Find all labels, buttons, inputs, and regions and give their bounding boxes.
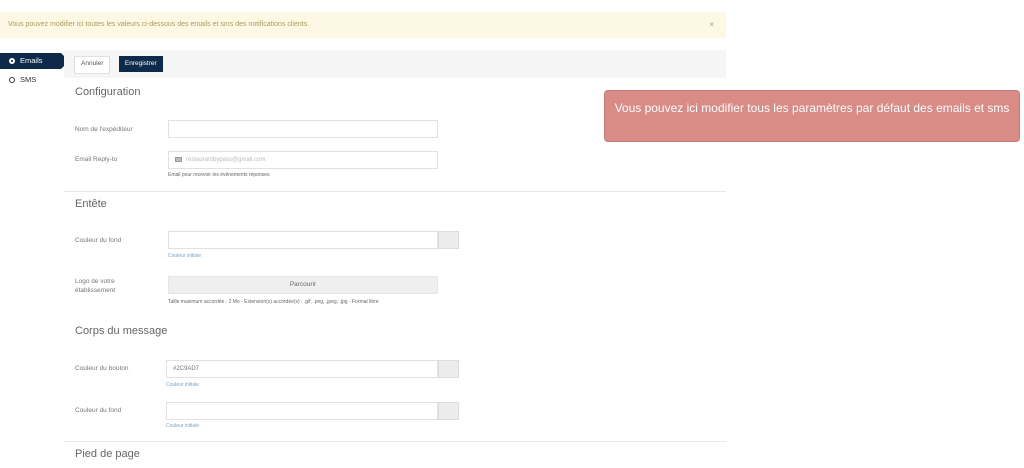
section-title-body: Corps du message: [75, 325, 168, 337]
toolbar: Annuler Enregistrer: [74, 56, 167, 74]
button-color-label: Couleur du bouton: [75, 365, 129, 372]
cancel-button[interactable]: Annuler: [74, 56, 111, 74]
notice-text: Vous pouvez modifier ici toutes les vale…: [8, 21, 310, 28]
radio-checked-icon: [9, 58, 15, 65]
logo-help: Taille maximum accordée : 2 Mo - Extensi…: [168, 299, 379, 305]
reply-to-label: Email Reply-to: [75, 156, 118, 163]
sidebar-item-label: SMS: [20, 75, 37, 84]
sender-name-input[interactable]: [168, 120, 438, 138]
info-notice: Vous pouvez modifier ici toutes les vale…: [0, 12, 726, 38]
envelope-icon: [175, 156, 182, 162]
reply-to-placeholder: restaurantbypass@gmail.com: [186, 157, 266, 163]
body-bg-color-input[interactable]: [166, 402, 438, 420]
sidebar-item-sms[interactable]: SMS: [0, 72, 70, 88]
button-initial-color-link[interactable]: Couleur initiale: [166, 382, 199, 388]
header-bg-color-input[interactable]: [168, 231, 438, 249]
message-body-panel: Corps du message Couleur du bouton #2C9A…: [64, 321, 726, 468]
sidebar-item-emails[interactable]: Emails: [0, 53, 69, 69]
browse-button[interactable]: Parcourir: [168, 276, 438, 294]
section-title-header: Entête: [75, 198, 107, 210]
sidebar-item-label: Emails: [20, 56, 43, 65]
section-title-footer: Pied de page: [75, 448, 140, 460]
sidebar: Emails SMS: [0, 50, 70, 88]
color-picker-swatch[interactable]: [438, 360, 459, 378]
divider: [64, 191, 726, 192]
tooltip-text: Vous pouvez ici modifier tous les paramè…: [614, 101, 1010, 115]
body-initial-color-link[interactable]: Couleur initiale: [166, 423, 199, 429]
close-icon[interactable]: ×: [709, 12, 714, 38]
reply-to-help: Email pour recevoir les événements répon…: [168, 172, 270, 178]
body-bg-color-label: Couleur du fond: [75, 407, 122, 414]
divider: [64, 441, 726, 442]
reply-to-input[interactable]: restaurantbypass@gmail.com: [168, 151, 438, 169]
color-picker-swatch[interactable]: [438, 402, 459, 420]
radio-empty-icon: [9, 77, 15, 84]
sender-name-label: Nom de l'expéditeur: [75, 126, 133, 133]
section-title-configuration: Configuration: [75, 86, 141, 98]
save-button[interactable]: Enregistrer: [118, 56, 163, 72]
logo-label: Logo de votre établissement: [75, 278, 116, 294]
header-bg-initial-color-link[interactable]: Couleur initiale: [168, 253, 201, 259]
button-color-input[interactable]: #2C9AD7: [166, 360, 438, 378]
color-picker-swatch[interactable]: [438, 231, 459, 249]
header-bg-color-label: Couleur du fond: [75, 237, 122, 244]
help-tooltip: Vous pouvez ici modifier tous les paramè…: [604, 90, 1020, 142]
